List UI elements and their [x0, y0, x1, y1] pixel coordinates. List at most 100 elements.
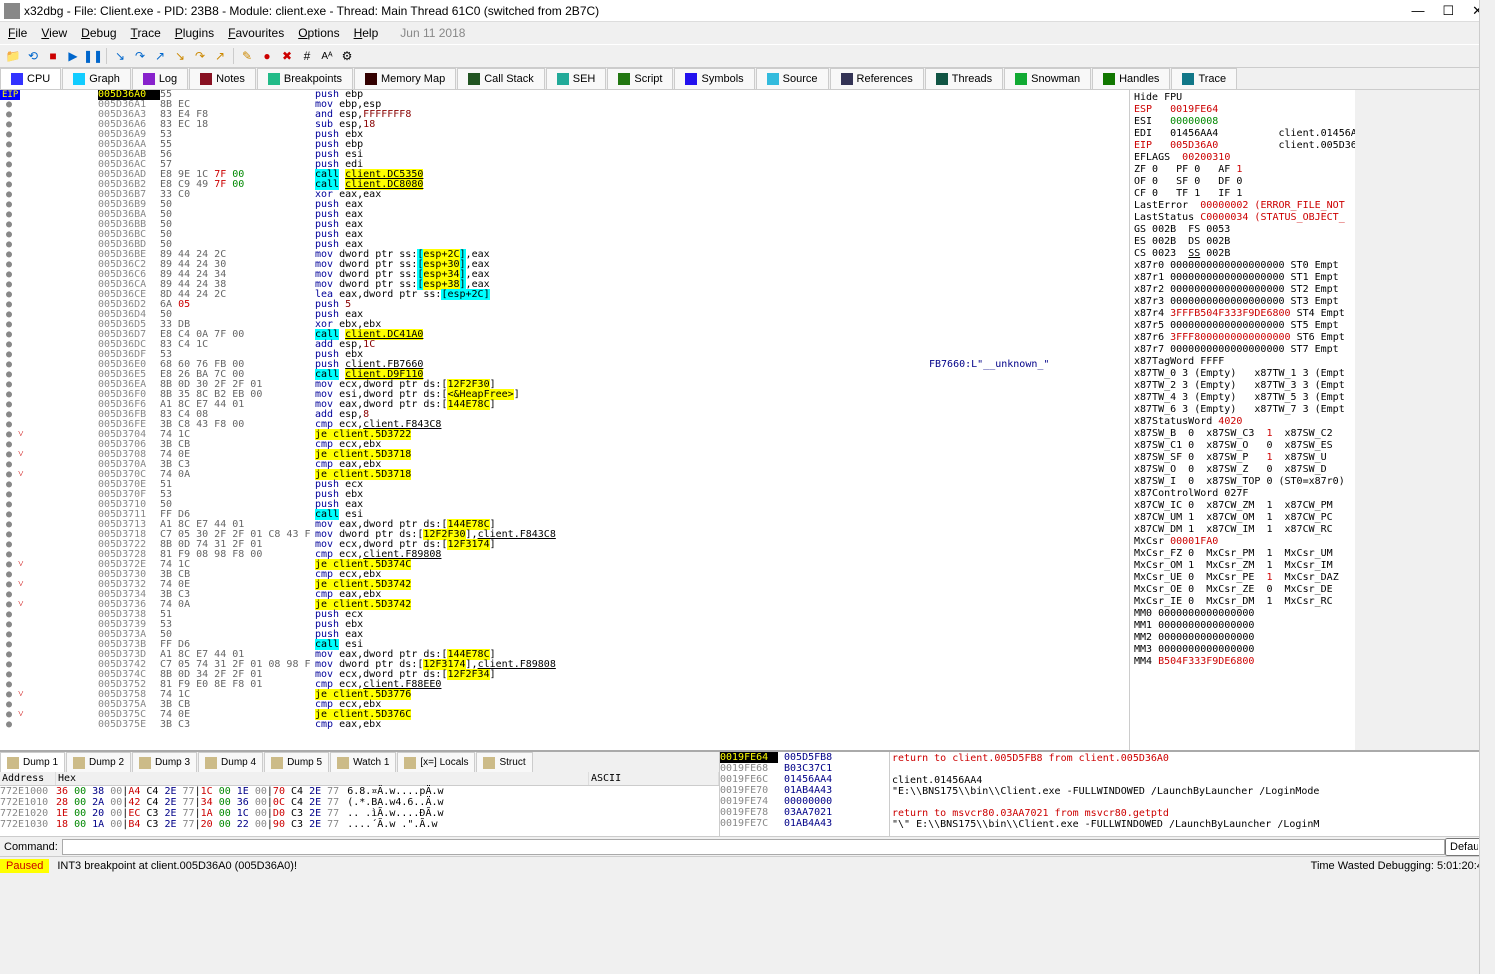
register-line[interactable]: EIP 005D36A0 client.005D36A0	[1134, 140, 1351, 152]
register-line[interactable]: x87StatusWord 4020	[1134, 416, 1351, 428]
register-line[interactable]: x87r4 3FFFB504F333F9DE6800 ST4 Empt	[1134, 308, 1351, 320]
register-line[interactable]: x87r6 3FFF8000000000000000 ST6 Empt	[1134, 332, 1351, 344]
register-line[interactable]: OF 0 SF 0 DF 0	[1134, 176, 1351, 188]
stack-row[interactable]: 0019FE74 00000000	[720, 796, 889, 807]
dump-tab-dump-4[interactable]: Dump 4	[198, 752, 263, 772]
register-line[interactable]: MxCsr_OE 0 MxCsr_ZE 0 MxCsr_DE	[1134, 584, 1351, 596]
register-line[interactable]: x87CW_UM 1 x87CW_OM 1 x87CW_PC	[1134, 512, 1351, 524]
trace-over-icon[interactable]: ↷	[191, 47, 209, 65]
register-line[interactable]: MxCsr_OM 1 MxCsr_ZM 1 MxCsr_IM	[1134, 560, 1351, 572]
register-line[interactable]: ESP 0019FE64	[1134, 104, 1351, 116]
run-to-icon[interactable]: ↗	[211, 47, 229, 65]
functions-icon[interactable]: Aᴬ	[318, 47, 336, 65]
dump-tab-struct[interactable]: Struct	[476, 752, 532, 772]
tab-trace[interactable]: Trace	[1171, 68, 1237, 89]
maximize-button[interactable]: ☐	[1442, 3, 1454, 19]
dump-row[interactable]: 772E100036 00 38 00|A4 C4 2E 77|1C 00 1E…	[0, 786, 719, 797]
register-line[interactable]: x87SW_O 0 x87SW_Z 0 x87SW_D	[1134, 464, 1351, 476]
command-input[interactable]	[62, 839, 1445, 855]
register-line[interactable]: x87ControlWord 027F	[1134, 488, 1351, 500]
tab-notes[interactable]: Notes	[189, 68, 256, 89]
disasm-scrollbar[interactable]	[1479, 0, 1495, 974]
register-line[interactable]: EFLAGS 00200310	[1134, 152, 1351, 164]
open-icon[interactable]: 📁	[4, 47, 22, 65]
tab-breakpoints[interactable]: Breakpoints	[257, 68, 353, 89]
register-line[interactable]: x87r3 0000000000000000000 ST3 Empt	[1134, 296, 1351, 308]
tab-handles[interactable]: Handles	[1092, 68, 1170, 89]
dump-row[interactable]: 772E10201E 00 20 00|EC C3 2E 77|1A 00 1C…	[0, 808, 719, 819]
register-line[interactable]: x87SW_I 0 x87SW_TOP 0 (ST0=x87r0)	[1134, 476, 1351, 488]
tab-memory-map[interactable]: Memory Map	[354, 68, 456, 89]
register-line[interactable]: MxCsr_UE 0 MxCsr_PE 1 MxCsr_DAZ	[1134, 572, 1351, 584]
tab-source[interactable]: Source	[756, 68, 829, 89]
menu-options[interactable]: Options	[298, 26, 339, 40]
trace-into-icon[interactable]: ↘	[171, 47, 189, 65]
register-line[interactable]: x87r5 0000000000000000000 ST5 Empt	[1134, 320, 1351, 332]
register-line[interactable]: ES 002B DS 002B	[1134, 236, 1351, 248]
menu-plugins[interactable]: Plugins	[175, 26, 214, 40]
step-over-icon[interactable]: ↷	[131, 47, 149, 65]
register-line[interactable]: MM1 0000000000000000	[1134, 620, 1351, 632]
register-line[interactable]: CF 0 TF 1 IF 1	[1134, 188, 1351, 200]
restart-icon[interactable]: ⟲	[24, 47, 42, 65]
tab-threads[interactable]: Threads	[925, 68, 1003, 89]
menu-help[interactable]: Help	[354, 26, 379, 40]
register-line[interactable]: x87TW_0 3 (Empty) x87TW_1 3 (Empt	[1134, 368, 1351, 380]
register-line[interactable]: MM2 0000000000000000	[1134, 632, 1351, 644]
stack-row[interactable]: 0019FE70 01AB4A43	[720, 785, 889, 796]
register-line[interactable]: x87TagWord FFFF	[1134, 356, 1351, 368]
comments-icon[interactable]: ●	[258, 47, 276, 65]
tab-symbols[interactable]: Symbols	[674, 68, 754, 89]
register-line[interactable]: MM0 0000000000000000	[1134, 608, 1351, 620]
register-line[interactable]: x87r1 0000000000000000000 ST1 Empt	[1134, 272, 1351, 284]
menu-debug[interactable]: Debug	[81, 26, 116, 40]
info-panel[interactable]: return to client.005D5FB8 from client.00…	[890, 752, 1495, 836]
register-line[interactable]: GS 002B FS 0053	[1134, 224, 1351, 236]
register-line[interactable]: x87SW_SF 0 x87SW_P 1 x87SW_U	[1134, 452, 1351, 464]
dump-col-address[interactable]: Address	[0, 772, 56, 785]
stack-row[interactable]: 0019FE68 B03C37C1	[720, 763, 889, 774]
step-out-icon[interactable]: ↗	[151, 47, 169, 65]
registers-panel[interactable]: Hide FPUESP 0019FE64ESI 00000008EDI 0145…	[1130, 90, 1355, 750]
tab-call-stack[interactable]: Call Stack	[457, 68, 545, 89]
register-line[interactable]: MxCsr 00001FA0	[1134, 536, 1351, 548]
tab-seh[interactable]: SEH	[546, 68, 607, 89]
register-line[interactable]: ZF 0 PF 0 AF 1	[1134, 164, 1351, 176]
labels-icon[interactable]: ✖	[278, 47, 296, 65]
dump-row[interactable]: 772E101028 00 2A 00|42 C4 2E 77|34 00 36…	[0, 797, 719, 808]
stack-row[interactable]: 0019FE78 03AA7021	[720, 807, 889, 818]
breakpoint-dot[interactable]: ●	[0, 720, 18, 730]
dump-tab-dump-5[interactable]: Dump 5	[264, 752, 329, 772]
tab-script[interactable]: Script	[607, 68, 673, 89]
register-line[interactable]: x87TW_4 3 (Empty) x87TW_5 3 (Empt	[1134, 392, 1351, 404]
dump-col-hex[interactable]: Hex	[56, 772, 589, 785]
dump-tab-dump-3[interactable]: Dump 3	[132, 752, 197, 772]
step-into-icon[interactable]: ↘	[111, 47, 129, 65]
stack-row[interactable]: 0019FE64 005D5FB8	[720, 752, 889, 763]
tab-log[interactable]: Log	[132, 68, 188, 89]
pause-icon[interactable]: ❚❚	[84, 47, 102, 65]
register-line[interactable]: ESI 00000008	[1134, 116, 1351, 128]
register-line[interactable]: x87TW_2 3 (Empty) x87TW_3 3 (Empt	[1134, 380, 1351, 392]
tab-cpu[interactable]: CPU	[0, 68, 61, 89]
register-line[interactable]: MxCsr_IE 0 MxCsr_DM 1 MxCsr_RC	[1134, 596, 1351, 608]
dump-tab-dump-1[interactable]: Dump 1	[0, 752, 65, 772]
menu-file[interactable]: File	[8, 26, 27, 40]
tab-references[interactable]: References	[830, 68, 924, 89]
register-line[interactable]: LastStatus C0000034 (STATUS_OBJECT_	[1134, 212, 1351, 224]
register-line[interactable]: LastError 00000002 (ERROR_FILE_NOT	[1134, 200, 1351, 212]
register-line[interactable]: MM3 0000000000000000	[1134, 644, 1351, 656]
register-line[interactable]: CS 0023 SS 002B	[1134, 248, 1351, 260]
run-icon[interactable]: ▶	[64, 47, 82, 65]
stack-row[interactable]: 0019FE6C 01456AA4	[720, 774, 889, 785]
patches-icon[interactable]: ✎	[238, 47, 256, 65]
menu-favourites[interactable]: Favourites	[228, 26, 284, 40]
dump-tab-watch-1[interactable]: Watch 1	[330, 752, 396, 772]
register-line[interactable]: x87SW_C1 0 x87SW_O 0 x87SW_ES	[1134, 440, 1351, 452]
tab-snowman[interactable]: Snowman	[1004, 68, 1091, 89]
dump-row[interactable]: 772E103018 00 1A 00|B4 C3 2E 77|20 00 22…	[0, 819, 719, 830]
register-line[interactable]: x87TW_6 3 (Empty) x87TW_7 3 (Empt	[1134, 404, 1351, 416]
register-line[interactable]: x87SW_B 0 x87SW_C3 1 x87SW_C2	[1134, 428, 1351, 440]
disassembly-view[interactable]: EIP ●005D36A055push ebp●005D36A18B ECmov…	[0, 90, 1129, 750]
register-line[interactable]: EDI 01456AA4 client.01456AA4	[1134, 128, 1351, 140]
